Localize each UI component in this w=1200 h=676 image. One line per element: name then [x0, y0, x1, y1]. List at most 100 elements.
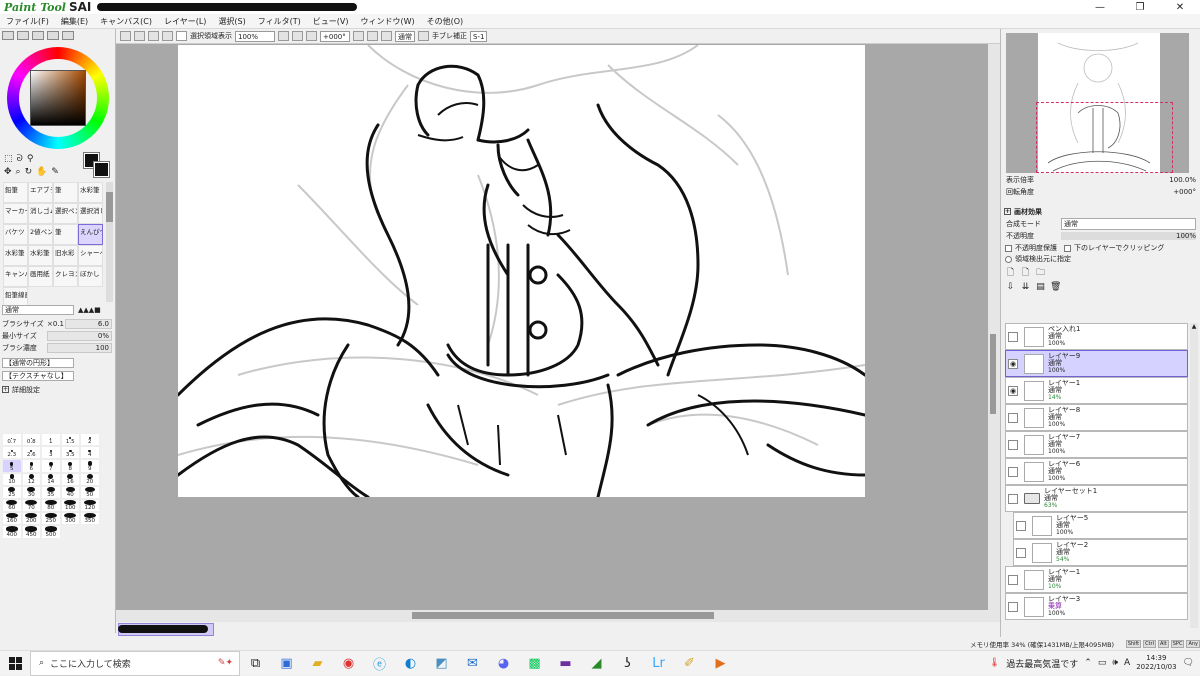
scroll-up-icon[interactable]: ▲: [1190, 323, 1198, 330]
menu-canvas[interactable]: キャンバス(C): [94, 16, 158, 27]
rect-select-icon[interactable]: ⬚: [4, 154, 13, 164]
layer-folder[interactable]: レイヤーセット1 通常 63%: [1005, 485, 1188, 512]
color-wheel[interactable]: [7, 47, 109, 149]
clip-checkbox[interactable]: [1064, 244, 1071, 252]
close-button[interactable]: ✕: [1160, 2, 1200, 13]
eyedropper-icon[interactable]: ✎: [51, 167, 59, 177]
layer-row[interactable]: レイヤー1 通常 10%: [1005, 566, 1188, 593]
navigator-zoom-row[interactable]: 表示倍率 100.0%: [1006, 175, 1196, 185]
brush-size-preset[interactable]: 120: [80, 498, 100, 513]
brush-size-preset[interactable]: 1.5: [60, 433, 80, 447]
start-button[interactable]: [0, 651, 30, 676]
layer-scrollbar[interactable]: ▲: [1190, 323, 1198, 628]
brush-slot[interactable]: バケツ: [3, 224, 28, 245]
brush-slot[interactable]: 水彩筆: [28, 245, 53, 266]
visibility-toggle[interactable]: [1008, 439, 1018, 450]
color-wheel-tab[interactable]: [2, 31, 14, 40]
menu-other[interactable]: その他(O): [421, 16, 470, 27]
chrome-icon[interactable]: ◉: [333, 651, 364, 676]
brush-size-multiplier[interactable]: ×0.1: [47, 320, 65, 328]
brush-size-preset[interactable]: 1: [41, 433, 61, 447]
transfer-down-icon[interactable]: ⇩: [1005, 282, 1016, 293]
brush-texture-select[interactable]: 【テクスチャなし】: [2, 370, 74, 381]
store-icon[interactable]: ▣: [271, 651, 302, 676]
undo-icon[interactable]: [120, 31, 131, 41]
zoom-out-icon[interactable]: [278, 31, 289, 41]
new-layer-icon[interactable]: 🗋: [1005, 268, 1016, 279]
brush-slot[interactable]: ぼかし: [78, 266, 103, 287]
brush-size-preset[interactable]: 70: [21, 498, 41, 513]
taskbar-search[interactable]: ⌕ ここに入力して検索 ✎✦: [30, 650, 240, 676]
hand-icon[interactable]: ✋: [36, 167, 47, 177]
delete-layer-icon[interactable]: 🗑: [1050, 282, 1061, 293]
brush-slot[interactable]: えんぴつ: [78, 224, 103, 245]
brush-size-preset[interactable]: 25: [2, 485, 22, 499]
brush-size-preset[interactable]: 50: [80, 485, 100, 499]
brush-size-preset[interactable]: 200: [21, 512, 41, 526]
brush-size-preset[interactable]: 100: [60, 498, 80, 513]
brush-size-preset[interactable]: 4: [80, 446, 100, 460]
protect-opacity-check[interactable]: 不透明度保護 下のレイヤーでクリッピング: [1005, 243, 1164, 253]
brush-slot[interactable]: 筆: [53, 224, 78, 245]
rotate-right-icon[interactable]: [367, 31, 378, 41]
invert-selection-icon[interactable]: [162, 31, 173, 41]
brush-size-preset[interactable]: 450: [21, 525, 41, 539]
lasso-icon[interactable]: ᘐ: [17, 154, 23, 164]
brush-size-preset[interactable]: 6: [21, 459, 41, 473]
redo-icon[interactable]: [134, 31, 145, 41]
rotate-icon[interactable]: ↻: [25, 167, 33, 177]
brush-size-preset[interactable]: 9: [80, 459, 100, 473]
menu-filter[interactable]: フィルタ(T): [252, 16, 307, 27]
canvas-horizontal-scrollbar[interactable]: [116, 610, 988, 622]
merge-down-icon[interactable]: ⇊: [1020, 282, 1031, 293]
brush-size-row[interactable]: ブラシサイズ ×0.1 6.0: [2, 318, 112, 329]
brush-size-preset[interactable]: 3.5: [60, 446, 80, 460]
detection-source-check[interactable]: 領域検出元に指定: [1005, 254, 1071, 264]
min-size-value[interactable]: 0%: [47, 330, 112, 341]
brush-size-preset[interactable]: 20: [80, 472, 100, 486]
visibility-toggle[interactable]: [1016, 520, 1026, 531]
visibility-toggle[interactable]: [1008, 574, 1018, 585]
zoom-in-icon[interactable]: [292, 31, 303, 41]
layer-opacity-value[interactable]: 100%: [1061, 232, 1196, 240]
rotate-left-icon[interactable]: [353, 31, 364, 41]
protect-opacity-checkbox[interactable]: [1005, 244, 1012, 252]
weather-text[interactable]: 過去最高気温です: [1006, 657, 1078, 670]
navigator-angle-row[interactable]: 回転角度 +000°: [1006, 187, 1196, 197]
ie-icon[interactable]: ⓔ: [364, 651, 395, 676]
brush-size-preset[interactable]: 40: [60, 485, 80, 499]
brush-slot[interactable]: 水彩筆: [78, 182, 103, 203]
visibility-toggle[interactable]: [1008, 412, 1018, 423]
rotation-field[interactable]: +000°: [320, 30, 350, 42]
effects-header[interactable]: + 画材効果: [1004, 206, 1198, 217]
edge-icon[interactable]: ◐: [395, 651, 426, 676]
canvas-vertical-scrollbar[interactable]: [988, 44, 1000, 622]
layer-row[interactable]: ◉ レイヤー9 通常 100%: [1005, 350, 1188, 377]
brush-size-value[interactable]: 6.0: [65, 318, 112, 329]
brush-size-preset[interactable]: 7: [41, 459, 61, 473]
navigator-angle-value[interactable]: +000°: [1061, 188, 1196, 196]
layer-row[interactable]: レイヤー8 通常 100%: [1005, 404, 1188, 431]
visibility-toggle[interactable]: [1008, 601, 1018, 612]
deselect-icon[interactable]: [148, 31, 159, 41]
pen-app-icon[interactable]: ✐: [674, 651, 705, 676]
visibility-toggle[interactable]: ◉: [1008, 358, 1018, 369]
move-icon[interactable]: ✥: [4, 167, 12, 177]
zoom-field[interactable]: 100%: [235, 30, 275, 42]
brush-size-preset[interactable]: 5: [2, 459, 22, 473]
maximize-button[interactable]: ❐: [1120, 2, 1160, 13]
detail-settings-row[interactable]: + 詳細設定: [2, 384, 112, 395]
vscroll-thumb[interactable]: [990, 334, 996, 414]
brush-size-preset[interactable]: 350: [80, 512, 100, 526]
tray-expand-icon[interactable]: ⌃: [1084, 658, 1092, 668]
new-folder-icon[interactable]: 🗀: [1035, 268, 1046, 279]
brush-slot[interactable]: 旧水彩: [53, 245, 78, 266]
layer-row[interactable]: ◉ レイヤー1 通常 14%: [1005, 377, 1188, 404]
rgb-slider-tab[interactable]: [17, 31, 29, 40]
hook-app-icon[interactable]: ʖ: [612, 651, 643, 676]
menu-select[interactable]: 選択(S): [212, 16, 251, 27]
brush-slot[interactable]: エアブラシ: [28, 182, 53, 203]
brush-slot[interactable]: マーカー: [3, 203, 28, 224]
brush-size-preset[interactable]: 300: [60, 512, 80, 526]
brush-size-preset[interactable]: 2: [80, 433, 100, 447]
